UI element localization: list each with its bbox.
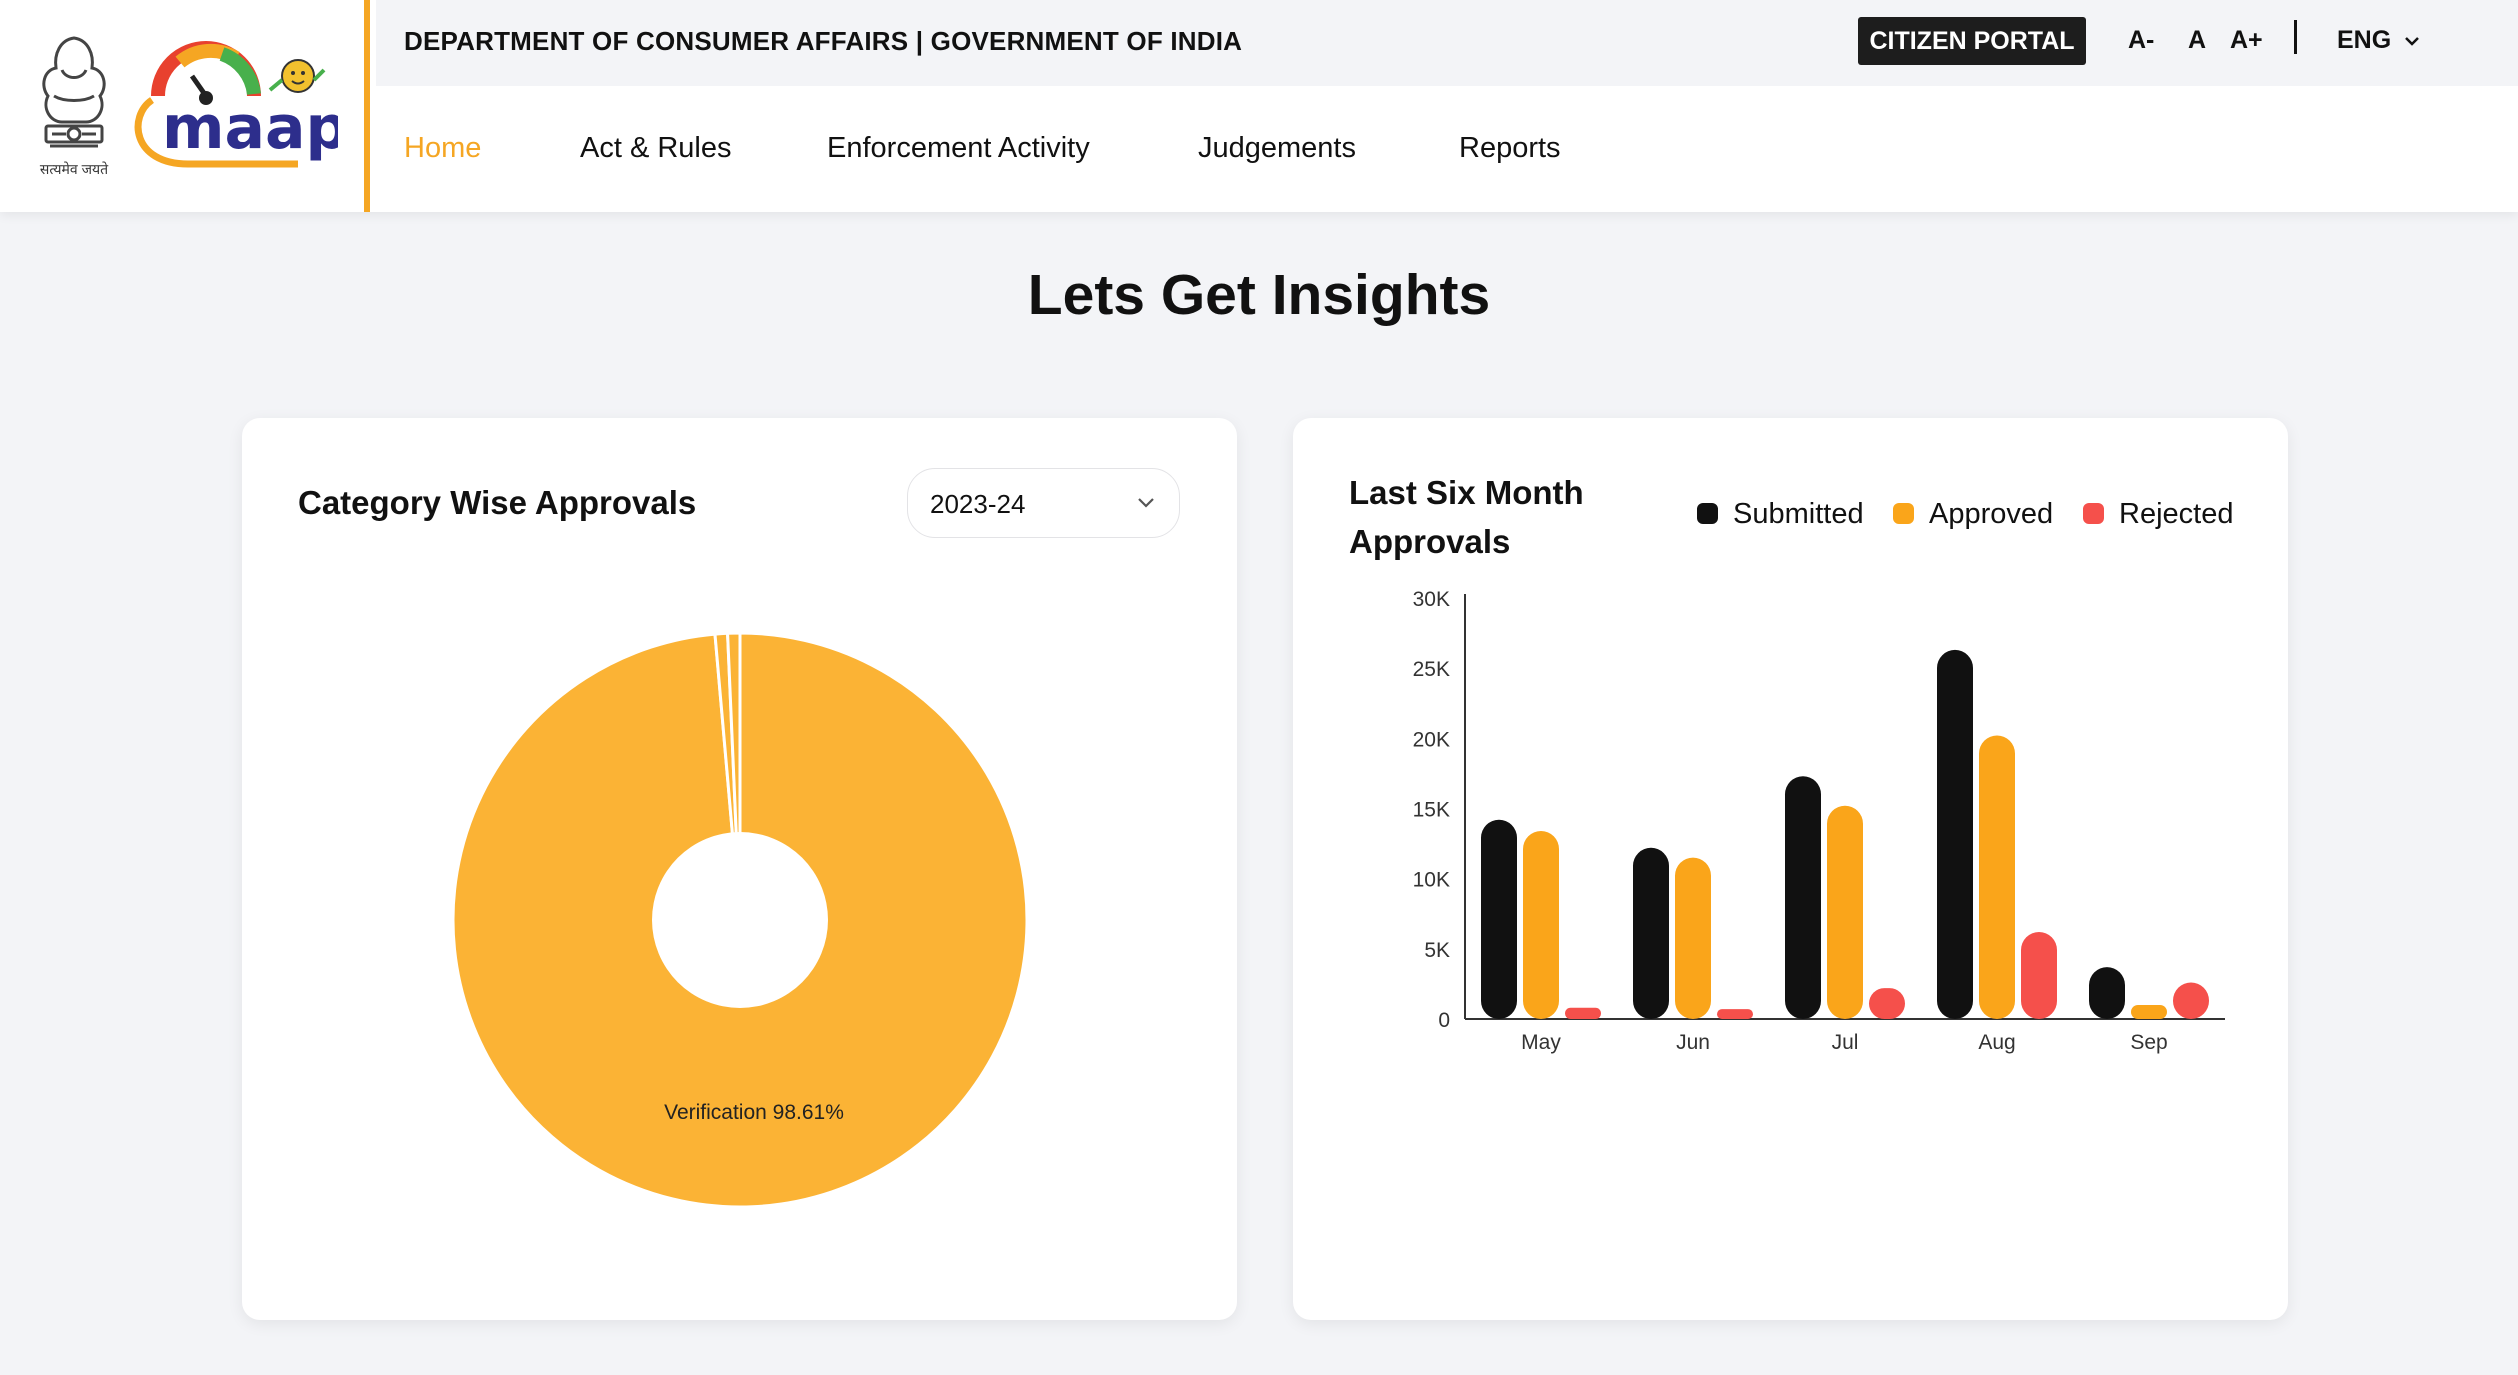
nav-reports[interactable]: Reports: [1459, 132, 1561, 165]
svg-text:maap: maap: [162, 93, 338, 163]
bar-rejected-aug[interactable]: [2021, 931, 2057, 1019]
maap-logo: maap: [134, 41, 338, 168]
chevron-down-icon: [2405, 37, 2420, 47]
x-tick-label: Jul: [1832, 1031, 1859, 1054]
y-tick-label: 20K: [1413, 728, 1450, 751]
bar-approved-aug[interactable]: [1979, 735, 2015, 1019]
y-tick-label: 30K: [1413, 588, 1450, 611]
donut-hole: [652, 832, 828, 1008]
y-tick-label: 25K: [1413, 658, 1450, 681]
bar-submitted-aug[interactable]: [1937, 649, 1973, 1019]
font-increase-button[interactable]: A+: [2230, 26, 2263, 55]
divider: [2294, 20, 2297, 54]
nav-judgements[interactable]: Judgements: [1198, 132, 1356, 165]
bar-approved-sep[interactable]: [2131, 1004, 2167, 1019]
language-label: ENG: [2337, 26, 2392, 54]
nav-act-rules[interactable]: Act & Rules: [580, 132, 732, 165]
donut-chart: Verification 98.61%: [451, 631, 1029, 1209]
language-selector[interactable]: ENG: [2337, 26, 2420, 55]
bar-chart: 0 5K 10K 15K 20K 25K 30K May Jun Jul Aug Sep: [1413, 588, 2225, 1054]
site-header: सत्यमेव जयते maap DEPARTMENT OF CONSUMER…: [0, 0, 2518, 212]
y-tick-label: 0: [1438, 1009, 1450, 1032]
bar-rejected-jul[interactable]: [1869, 988, 1905, 1019]
bar-approved-jul[interactable]: [1827, 805, 1863, 1019]
national-emblem-icon: [42, 36, 106, 148]
y-tick-label: 15K: [1413, 799, 1450, 822]
bar-submitted-jul[interactable]: [1785, 776, 1821, 1019]
x-tick-label: Sep: [2130, 1031, 2167, 1054]
top-utility-bar: DEPARTMENT OF CONSUMER AFFAIRS | GOVERNM…: [376, 0, 2518, 86]
emblem-motto: सत्यमेव जयते: [39, 161, 109, 177]
font-decrease-button[interactable]: A-: [2128, 26, 2154, 55]
citizen-portal-button[interactable]: CITIZEN PORTAL: [1858, 17, 2086, 65]
bar-submitted-sep[interactable]: [2089, 967, 2125, 1019]
department-title: DEPARTMENT OF CONSUMER AFFAIRS | GOVERNM…: [404, 26, 1243, 56]
main-nav: Home Act & Rules Enforcement Activity Ju…: [376, 86, 2518, 212]
bar-rejected-jun[interactable]: [1717, 1009, 1753, 1019]
y-tick-label: 10K: [1413, 869, 1450, 892]
bar-rejected-sep[interactable]: [2173, 982, 2209, 1019]
bar-approved-jun[interactable]: [1675, 857, 1711, 1019]
page-title: Lets Get Insights: [1027, 263, 1491, 327]
six-month-approvals-card: Last Six Month Approvals Submitted Appro…: [1293, 418, 2288, 1320]
y-tick-label: 5K: [1424, 939, 1450, 962]
nav-home[interactable]: Home: [404, 132, 481, 165]
bar-rejected-may[interactable]: [1565, 1007, 1601, 1019]
x-tick-label: Jun: [1676, 1031, 1710, 1054]
nav-enforcement-activity[interactable]: Enforcement Activity: [827, 132, 1090, 165]
x-tick-label: Aug: [1978, 1031, 2015, 1054]
category-approvals-card: Category Wise Approvals 2023-24 Verifica…: [242, 418, 1237, 1320]
bar-submitted-may[interactable]: [1481, 819, 1517, 1019]
slice-label-verification: Verification 98.61%: [664, 1101, 844, 1124]
logo-area[interactable]: सत्यमेव जयते maap: [0, 0, 370, 212]
x-tick-label: May: [1521, 1031, 1561, 1054]
bar-approved-may[interactable]: [1523, 830, 1559, 1019]
bar-submitted-jun[interactable]: [1633, 847, 1669, 1019]
font-normal-button[interactable]: A: [2188, 26, 2206, 55]
